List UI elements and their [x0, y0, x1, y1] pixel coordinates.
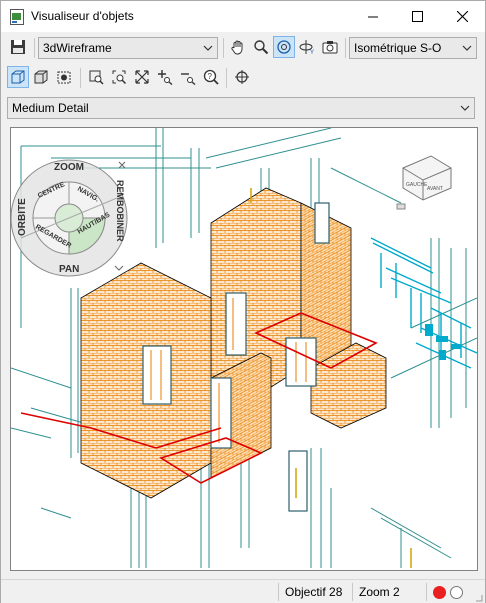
toolbar-view: ?	[1, 64, 485, 92]
lens-status: Objectif 28	[278, 583, 348, 601]
close-button[interactable]	[440, 1, 485, 32]
resize-grip-icon[interactable]	[473, 592, 483, 602]
wheel-close-icon[interactable]	[118, 161, 126, 169]
steering-wheel-button[interactable]	[53, 66, 75, 88]
navigation-wheel[interactable]: ZOOM ORBITE REMBOBINER PAN CENTRE NAVIG.…	[11, 159, 128, 277]
building-wireframe: GAUCHE AVANT ZOOM ORBITE REMBOBINER PAN …	[11, 128, 477, 568]
zoom-window-button[interactable]	[85, 66, 107, 88]
wireframe-cube-button[interactable]	[7, 66, 29, 88]
wheel-menu-chevron-icon[interactable]	[114, 265, 124, 271]
svg-text:?: ?	[208, 72, 213, 81]
separator	[345, 38, 346, 58]
expand-arrows-icon	[135, 70, 149, 84]
white-status-light-icon[interactable]	[450, 586, 463, 599]
close-icon	[457, 11, 468, 22]
zoom-extents-icon	[112, 70, 127, 85]
zoom-out-icon	[181, 73, 196, 85]
svg-text:Y: Y	[310, 50, 314, 55]
zoom-question-icon: ?	[203, 69, 219, 85]
3d-viewport[interactable]: GAUCHE AVANT ZOOM ORBITE REMBOBINER PAN …	[10, 127, 478, 571]
center-button[interactable]	[231, 66, 253, 88]
detail-level-select[interactable]: Medium Detail	[7, 97, 475, 119]
separator	[80, 68, 81, 88]
view-value: Isométrique S-O	[354, 41, 442, 55]
wheel-pan[interactable]: PAN	[59, 264, 79, 275]
visual-style-value: 3dWireframe	[43, 41, 112, 55]
view-cube[interactable]: GAUCHE AVANT	[396, 155, 452, 210]
orbit-icon	[277, 40, 291, 54]
zoom-extents-button[interactable]	[108, 66, 130, 88]
wheel-orbit[interactable]: ORBITE	[17, 198, 28, 236]
floppy-disk-icon	[11, 40, 25, 54]
wireframe-cube-icon	[11, 70, 25, 84]
view-cube-face-left: GAUCHE	[406, 182, 428, 188]
crosshair-icon	[235, 70, 249, 84]
object-viewer-window: Visualiseur d'objets 3dWireframe Y Isomé…	[0, 0, 486, 603]
maximize-icon	[412, 11, 423, 22]
separator	[34, 38, 35, 58]
camera-button[interactable]	[319, 36, 341, 58]
screen-capture-icon	[57, 71, 71, 84]
status-bar: Objectif 28 Zoom 2	[1, 579, 485, 603]
toolbar-main: 3dWireframe Y Isométrique S-O	[1, 34, 485, 62]
camera-icon	[322, 41, 338, 54]
orbit-axis-icon: Y	[299, 40, 314, 55]
window-title: Visualiseur d'objets	[31, 9, 134, 23]
wheel-rewind[interactable]: REMBOBINER	[115, 180, 125, 242]
zoom-in-button[interactable]	[154, 66, 176, 88]
view-cube-face-front: AVANT	[427, 186, 443, 192]
orbit-button[interactable]	[273, 36, 295, 58]
wheel-zoom[interactable]: ZOOM	[54, 162, 84, 173]
chevron-down-icon	[460, 105, 470, 111]
shaded-cube-button[interactable]	[30, 66, 52, 88]
detail-level-value: Medium Detail	[12, 101, 89, 115]
zoom-all-button[interactable]	[131, 66, 153, 88]
zoom-in-icon	[158, 70, 173, 85]
chevron-down-icon	[462, 45, 472, 51]
magnifier-icon	[254, 40, 269, 55]
separator	[226, 68, 227, 88]
minimize-button[interactable]	[350, 1, 395, 32]
zoom-window-icon	[89, 70, 104, 85]
hand-icon	[231, 40, 243, 55]
zoom-object-button[interactable]: ?	[200, 66, 222, 88]
shaded-cube-icon	[34, 70, 48, 84]
save-button[interactable]	[7, 36, 29, 58]
app-icon	[10, 9, 24, 25]
title-bar: Visualiseur d'objets	[1, 1, 485, 32]
view-cube-home-icon[interactable]	[396, 203, 406, 210]
zoom-out-button[interactable]	[177, 66, 199, 88]
zoom-status: Zoom 2	[352, 583, 422, 601]
maximize-button[interactable]	[395, 1, 440, 32]
free-orbit-button[interactable]: Y	[296, 36, 318, 58]
minimize-icon	[367, 16, 378, 17]
chevron-down-icon	[203, 45, 213, 51]
zoom-button[interactable]	[250, 36, 272, 58]
visual-style-select[interactable]: 3dWireframe	[38, 37, 218, 59]
pan-button[interactable]	[227, 36, 249, 58]
view-select[interactable]: Isométrique S-O	[349, 37, 477, 59]
separator	[223, 38, 224, 58]
red-status-light-icon[interactable]	[433, 586, 446, 599]
